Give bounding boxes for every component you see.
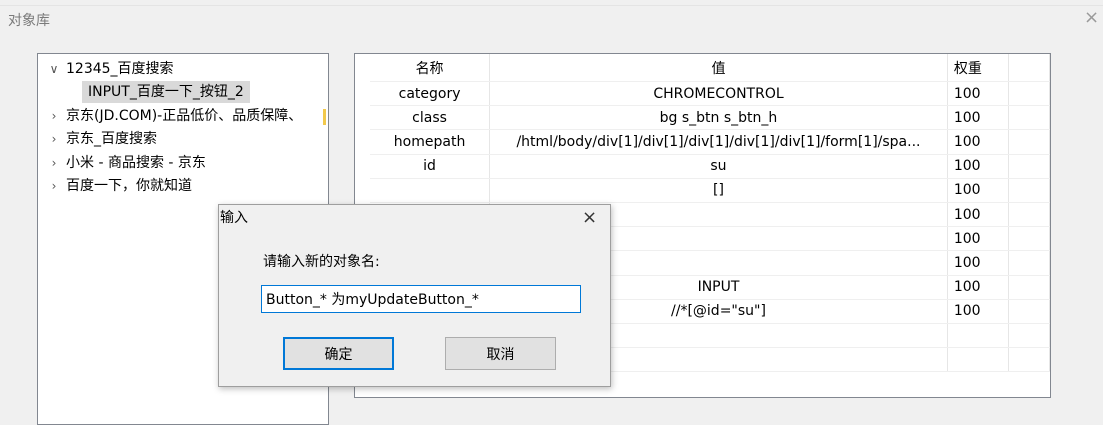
collapse-chevron-icon[interactable]: ›	[48, 152, 60, 174]
cancel-button[interactable]: 取消	[445, 337, 556, 370]
column-header-name[interactable]: 名称	[370, 54, 491, 82]
tree-node-label: 百度一下，你就知道	[66, 178, 192, 194]
tree-root-node[interactable]: ∨ 12345_百度搜索	[48, 58, 174, 80]
column-header-value[interactable]: 值	[489, 54, 948, 82]
cell-name: id	[370, 154, 491, 179]
cell-name: class	[370, 105, 491, 131]
dialog-prompt: 请输入新的对象名:	[263, 254, 380, 270]
column-header-filler	[1008, 54, 1050, 82]
dialog-title: 输入	[220, 210, 248, 226]
cell-weight[interactable]: 100	[947, 226, 1010, 252]
cell-name: category	[370, 81, 491, 107]
cell-filler	[1008, 323, 1050, 349]
cell-name: homepath	[370, 129, 491, 155]
cell-filler	[1008, 81, 1050, 107]
column-header-weight[interactable]: 权重	[947, 54, 1010, 82]
window-title: 对象库	[8, 13, 50, 29]
cell-weight[interactable]: 100	[947, 202, 1010, 228]
cell-filler	[1008, 178, 1050, 203]
cell-weight[interactable]: 100	[947, 105, 1010, 131]
table-header-row: 名称 值 权重	[370, 54, 1050, 82]
tree-node-label: 京东(JD.COM)-正品低价、品质保障、	[66, 108, 303, 124]
cell-filler	[1008, 129, 1050, 155]
cell-name	[370, 178, 491, 203]
cell-weight[interactable]: 100	[947, 299, 1010, 324]
table-row[interactable]: homepath/html/body/div[1]/div[1]/div[1]/…	[370, 129, 1050, 155]
window-close-icon[interactable]: ×	[1084, 8, 1099, 28]
table-row[interactable]: category CHROMECONTROL 100	[370, 81, 1050, 107]
collapse-chevron-icon[interactable]: ›	[48, 175, 60, 197]
cell-filler	[1008, 226, 1050, 252]
cell-value: su	[489, 154, 948, 179]
cell-value: []	[489, 178, 948, 203]
cell-filler	[1008, 275, 1050, 300]
cell-weight[interactable]: 100	[947, 81, 1010, 107]
cell-value: CHROMECONTROL	[489, 81, 948, 107]
cell-filler	[1008, 154, 1050, 179]
expand-chevron-icon[interactable]: ∨	[48, 58, 60, 80]
collapse-chevron-icon[interactable]: ›	[48, 128, 60, 150]
rename-dialog[interactable]: 输入 × 请输入新的对象名: 确定 取消	[218, 204, 611, 387]
cell-value: bg s_btn s_btn_h	[489, 105, 948, 131]
cell-value: /html/body/div[1]/div[1]/div[1]/div[1]/d…	[489, 129, 948, 155]
top-divider	[0, 5, 1103, 6]
tree-node-label: 小米 - 商品搜索 - 京东	[66, 155, 206, 171]
object-name-input[interactable]	[261, 285, 581, 313]
cell-filler	[1008, 299, 1050, 324]
cell-weight[interactable]: 100	[947, 154, 1010, 179]
tree-node[interactable]: › 小米 - 商品搜索 - 京东	[48, 152, 206, 174]
collapse-chevron-icon[interactable]: ›	[48, 105, 60, 127]
table-row[interactable]: id su 100	[370, 154, 1050, 179]
cell-filler	[1008, 347, 1050, 373]
cell-filler	[1008, 250, 1050, 276]
tree-node[interactable]: › 京东(JD.COM)-正品低价、品质保障、	[48, 105, 303, 127]
tree-node[interactable]: › 京东_百度搜索	[48, 128, 157, 150]
tree-node-label: 12345_百度搜索	[66, 61, 174, 77]
cell-filler	[1008, 202, 1050, 228]
table-row[interactable]: [] 100	[370, 178, 1050, 203]
cell-weight[interactable]: 100	[947, 178, 1010, 203]
tree-selected-child[interactable]: INPUT_百度一下_按钮_2	[82, 81, 250, 103]
cell-weight[interactable]	[947, 323, 1010, 349]
cell-weight[interactable]: 100	[947, 250, 1010, 276]
cell-weight[interactable]: 100	[947, 129, 1010, 155]
ok-button[interactable]: 确定	[283, 337, 394, 370]
dialog-close-icon[interactable]: ×	[582, 205, 597, 231]
cell-filler	[1008, 105, 1050, 131]
cell-weight[interactable]	[947, 347, 1010, 373]
clipped-text-marker	[323, 109, 326, 125]
tree-node[interactable]: › 百度一下，你就知道	[48, 175, 192, 197]
tree-node-label: 京东_百度搜索	[66, 131, 157, 147]
table-row[interactable]: class bg s_btn s_btn_h 100	[370, 105, 1050, 131]
cell-weight[interactable]: 100	[947, 275, 1010, 300]
